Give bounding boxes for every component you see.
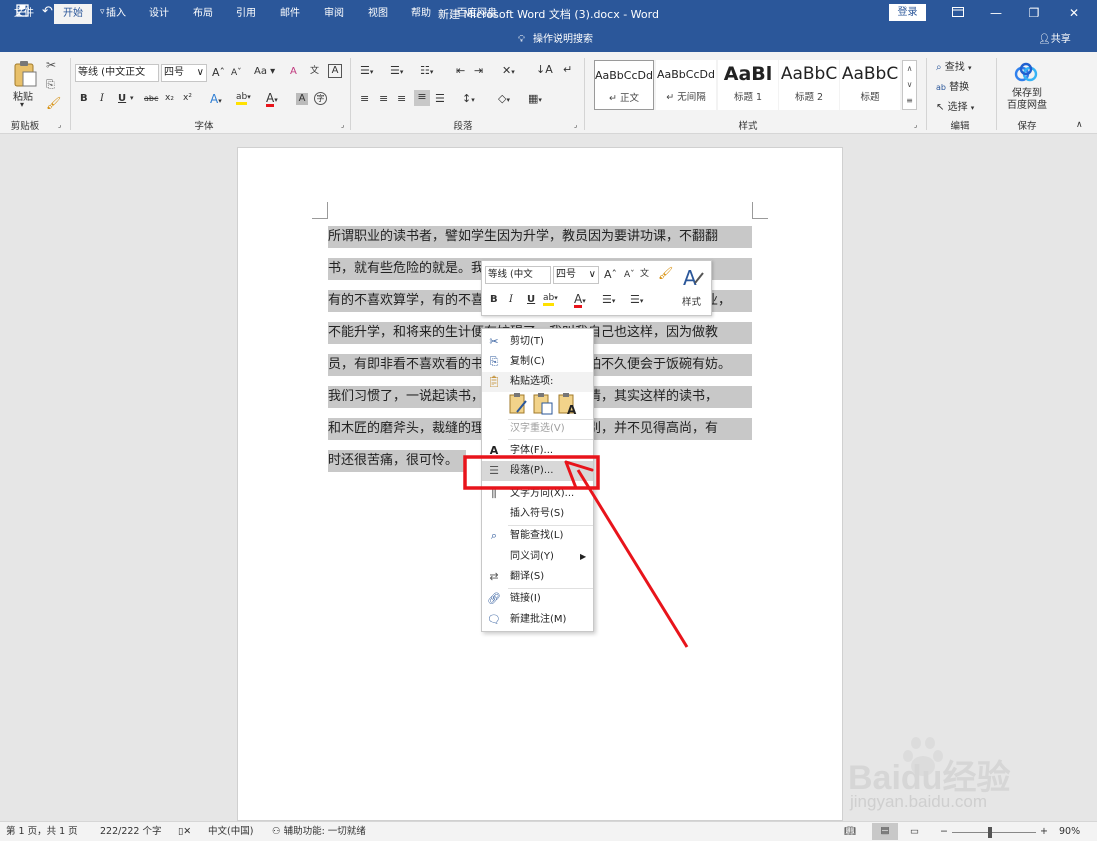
baidu-jingyan-watermark: Baidu经验 jingyan.baidu.com <box>848 736 1038 816</box>
language-indicator[interactable]: 中文(中国) <box>208 825 253 839</box>
zoom-out-button[interactable]: − <box>940 825 948 839</box>
zoom-level[interactable]: 90% <box>1059 825 1080 839</box>
print-layout-icon[interactable]: ▤ <box>872 823 898 840</box>
annotation-overlay <box>463 455 689 648</box>
zoom-slider[interactable] <box>952 832 1036 833</box>
proofing-icon[interactable]: ▯✕ <box>178 825 191 839</box>
zoom-slider-thumb[interactable] <box>987 827 992 838</box>
accessibility-icon: ⚇ <box>272 826 281 837</box>
accessibility-status[interactable]: ⚇ 辅助功能: 一切就绪 <box>272 825 366 839</box>
watermark-url: jingyan.baidu.com <box>850 792 988 811</box>
web-layout-icon[interactable]: ▭ <box>910 825 919 839</box>
read-mode-icon[interactable]: 📖︎ <box>844 825 856 839</box>
accessibility-label: 辅助功能: 一切就绪 <box>283 826 366 837</box>
status-bar: 第 1 页，共 1 页 222/222 个字 ▯✕ 中文(中国) ⚇ 辅助功能:… <box>0 821 1097 841</box>
annotation-arrow-line <box>576 469 689 648</box>
page-count[interactable]: 第 1 页，共 1 页 <box>6 825 78 839</box>
word-count[interactable]: 222/222 个字 <box>100 825 162 839</box>
zoom-in-button[interactable]: + <box>1040 825 1048 839</box>
